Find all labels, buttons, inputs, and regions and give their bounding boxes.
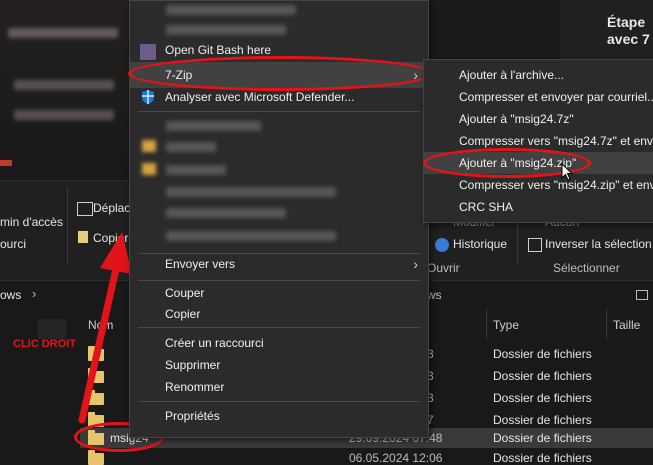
pin-quick-access-label[interactable]: min d'accès: [0, 215, 63, 229]
menu-item-label: Supprimer: [165, 358, 221, 372]
column-header-size[interactable]: Taille: [613, 318, 640, 332]
row-date: 06.05.2024 12:06: [349, 451, 443, 465]
history-icon: [435, 238, 449, 252]
menu-item-properties[interactable]: Propriétés: [130, 405, 428, 427]
menu-item-label: Envoyer vers: [165, 257, 236, 271]
row-type: Dossier de fichiers: [493, 413, 592, 427]
submenu-7zip: Ajouter à l'archive... Compresser et env…: [423, 59, 653, 223]
menu-item-label: Copier: [165, 307, 201, 321]
view-toggle-icon[interactable]: [636, 290, 648, 300]
menu-item-cut[interactable]: Couper: [130, 282, 428, 304]
ribbon-divider: [67, 187, 68, 265]
row-type: Dossier de fichiers: [493, 369, 592, 383]
menu-item-label: CRC SHA: [459, 200, 514, 214]
invert-selection-button[interactable]: Inverser la sélection: [545, 237, 652, 251]
paste-shortcut-label[interactable]: ourci: [0, 237, 26, 251]
row-type: Dossier de fichiers: [493, 347, 592, 361]
shield-icon: [142, 90, 154, 104]
menu-separator: [138, 401, 420, 402]
background-document-panel: [0, 0, 130, 180]
menu-item-label: Propriétés: [165, 409, 220, 423]
menu-separator: [138, 111, 420, 112]
menu-item-label: Compresser et envoyer par courriel...: [459, 90, 653, 104]
chevron-right-icon: ›: [413, 256, 418, 272]
select-group-label: Sélectionner: [553, 261, 620, 275]
row-type: Dossier de fichiers: [493, 431, 592, 445]
column-divider: [606, 309, 607, 339]
breadcrumb[interactable]: ows: [0, 288, 21, 302]
menu-item-label: Couper: [165, 286, 205, 300]
invert-selection-icon: [528, 238, 542, 252]
menu-item-rename[interactable]: Renommer: [130, 376, 428, 398]
column-header-type[interactable]: Type: [493, 318, 519, 332]
submenu-item-compress-email[interactable]: Compresser et envoyer par courriel...: [424, 86, 653, 108]
menu-item-delete[interactable]: Supprimer: [130, 354, 428, 376]
step-title-line1: Étape: [607, 14, 646, 30]
menu-item-label: Ajouter à "msig24.7z": [459, 112, 574, 126]
submenu-item-add-7z[interactable]: Ajouter à "msig24.7z": [424, 108, 653, 130]
row-type: Dossier de fichiers: [493, 451, 592, 465]
annotation-clic-droit: CLIC DROIT: [13, 338, 76, 350]
row-type: Dossier de fichiers: [493, 391, 592, 405]
menu-item-label: Ajouter à l'archive...: [459, 68, 565, 82]
move-to-button[interactable]: Déplac: [93, 201, 130, 215]
search-hint: ws: [427, 288, 442, 302]
menu-item-create-shortcut[interactable]: Créer un raccourci: [130, 332, 428, 354]
step-title-line2: avec 7: [607, 31, 650, 47]
git-bash-icon: [140, 44, 156, 60]
submenu-item-compress-zip-email[interactable]: Compresser vers "msig24.zip" et envo: [424, 174, 653, 196]
menu-separator: [138, 280, 420, 281]
open-group-label: Ouvrir: [427, 261, 460, 275]
annotation-oval-7zip: [128, 56, 433, 91]
menu-separator: [138, 327, 420, 328]
thumbnail-placeholder: [38, 319, 66, 339]
menu-item-copy[interactable]: Copier: [130, 303, 428, 325]
submenu-item-crc-sha[interactable]: CRC SHA: [424, 196, 653, 218]
submenu-item-add-archive[interactable]: Ajouter à l'archive...: [424, 64, 653, 86]
column-divider: [486, 309, 487, 339]
history-button[interactable]: Historique: [453, 237, 507, 251]
mouse-cursor-icon: [561, 163, 573, 181]
menu-item-label: Renommer: [165, 380, 225, 394]
menu-item-send-to[interactable]: Envoyer vers ›: [130, 253, 428, 275]
folder-icon: [88, 450, 104, 465]
breadcrumb-chevron-icon: ›: [32, 286, 37, 301]
menu-item-label: Créer un raccourci: [165, 336, 264, 350]
move-to-icon: [77, 202, 93, 216]
